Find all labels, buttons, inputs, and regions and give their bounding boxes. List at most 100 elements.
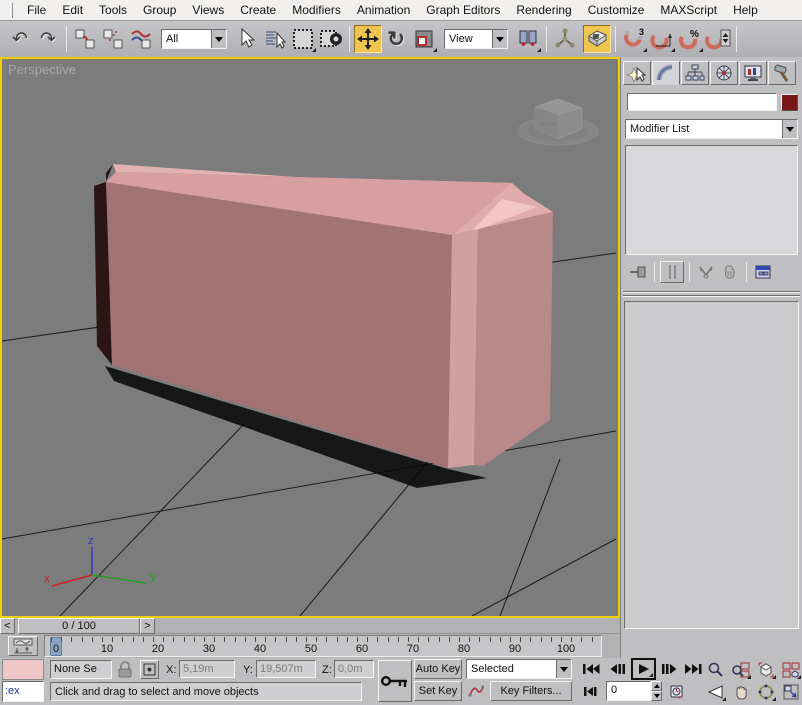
selection-lock-toggle[interactable]	[117, 661, 133, 678]
keyboard-shortcut-override-button[interactable]	[583, 25, 611, 53]
auto-key-button[interactable]: Auto Key	[414, 659, 462, 679]
play-animation-button[interactable]	[631, 658, 656, 680]
coord-x-field[interactable]: 5,19m	[179, 660, 235, 678]
tab-hierarchy[interactable]	[681, 61, 709, 85]
use-pivot-point-center-button[interactable]	[514, 25, 542, 53]
menu-help[interactable]: Help	[725, 0, 766, 20]
go-to-end-button[interactable]	[683, 659, 703, 679]
rollout-area[interactable]	[624, 301, 799, 629]
rectangular-selection-region-button[interactable]	[289, 25, 317, 53]
dropdown-arrow-icon[interactable]	[782, 120, 797, 138]
zoom-button[interactable]	[704, 659, 727, 680]
select-and-link-button[interactable]	[71, 25, 99, 53]
tab-motion[interactable]	[710, 61, 738, 85]
arc-rotate-button[interactable]	[754, 681, 777, 702]
show-end-result-button[interactable]	[660, 261, 684, 283]
object-name-field[interactable]	[627, 93, 777, 111]
dropdown-arrow-icon[interactable]	[492, 30, 507, 48]
percent-snap-button[interactable]: %	[676, 25, 704, 53]
zoom-extents-all-button[interactable]	[779, 659, 802, 680]
object-color-swatch[interactable]	[781, 94, 798, 111]
menu-edit[interactable]: Edit	[54, 0, 91, 20]
unlink-selection-button[interactable]	[99, 25, 127, 53]
tab-modify[interactable]	[652, 61, 680, 85]
absolute-offset-mode-toggle[interactable]	[140, 660, 159, 679]
coord-z-field[interactable]: 0,0m	[334, 660, 374, 678]
default-in-out-tangents-button[interactable]	[466, 681, 486, 701]
field-of-view-button[interactable]	[704, 681, 727, 702]
menu-tools[interactable]: Tools	[91, 0, 135, 20]
ruler-tick	[235, 637, 236, 642]
coord-y-field[interactable]: 19,507m	[256, 660, 316, 678]
bind-to-space-warp-button[interactable]	[127, 25, 155, 53]
time-slider-thumb[interactable]: 0 / 100	[18, 618, 140, 634]
undo-button[interactable]: ↶	[6, 25, 34, 53]
redo-button[interactable]: ↷	[34, 25, 62, 53]
select-and-rotate-button[interactable]: ↻	[382, 25, 410, 53]
modifier-stack-list[interactable]	[625, 145, 798, 255]
key-mode-toggle-button[interactable]	[580, 681, 602, 701]
viewcube[interactable]: FRONT	[518, 99, 598, 145]
selection-set-dropdown[interactable]: Selected	[466, 659, 572, 679]
rotate-icon: ↻	[387, 29, 405, 50]
window-crossing-toggle-button[interactable]	[317, 25, 345, 53]
ruler-label: 60	[356, 643, 368, 655]
time-configuration-button[interactable]	[668, 681, 688, 701]
open-mini-curve-editor-button[interactable]	[8, 636, 38, 656]
chamfer-box-object[interactable]	[94, 164, 553, 468]
menu-create[interactable]: Create	[232, 0, 284, 20]
menu-modifiers[interactable]: Modifiers	[284, 0, 349, 20]
menu-customize[interactable]: Customize	[580, 0, 653, 20]
reference-coordinate-system-dropdown[interactable]: View	[444, 29, 508, 49]
menu-group[interactable]: Group	[135, 0, 184, 20]
select-and-move-button[interactable]	[354, 25, 382, 53]
current-frame-field[interactable]: 0	[606, 681, 662, 701]
set-key-button[interactable]: Set Key	[414, 681, 462, 701]
perspective-viewport[interactable]: FRONT z x y Perspective	[0, 57, 620, 618]
pin-stack-button[interactable]	[627, 262, 649, 282]
modifier-list-dropdown[interactable]: Modifier List	[625, 119, 798, 139]
time-slider-next-button[interactable]: >	[140, 618, 155, 634]
tab-display[interactable]	[739, 61, 767, 85]
select-by-name-button[interactable]	[261, 25, 289, 53]
frame-spinner[interactable]	[651, 681, 662, 701]
tab-create[interactable]	[623, 61, 651, 85]
dropdown-arrow-icon[interactable]	[211, 30, 226, 48]
zoom-extents-button[interactable]	[754, 659, 777, 680]
previous-frame-button[interactable]	[606, 659, 628, 679]
spinner-snap-button[interactable]	[704, 25, 732, 53]
pan-view-button[interactable]	[729, 681, 752, 702]
menu-rendering[interactable]: Rendering	[508, 0, 579, 20]
maximize-viewport-toggle-button[interactable]	[779, 681, 802, 702]
key-filters-button[interactable]: Key Filters...	[490, 681, 572, 701]
timeline-ruler[interactable]: 0102030405060708090100	[44, 635, 602, 657]
selection-filter-dropdown[interactable]: All	[161, 29, 227, 49]
menu-views[interactable]: Views	[184, 0, 232, 20]
select-and-scale-button[interactable]	[410, 25, 438, 53]
zoom-all-button[interactable]	[729, 659, 752, 680]
menu-animation[interactable]: Animation	[349, 0, 418, 20]
select-and-manipulate-button[interactable]	[551, 25, 579, 53]
viewport-label[interactable]: Perspective	[8, 62, 76, 77]
select-object-button[interactable]	[233, 25, 261, 53]
menu-graph-editors[interactable]: Graph Editors	[418, 0, 508, 20]
current-frame-value[interactable]: 0	[606, 681, 651, 701]
go-to-start-button[interactable]	[580, 659, 602, 679]
macro-recorder-pane[interactable]	[2, 659, 44, 680]
menu-maxscript[interactable]: MAXScript	[652, 0, 725, 20]
make-unique-button[interactable]	[695, 262, 717, 282]
angle-snap-button[interactable]	[648, 25, 676, 53]
set-keys-button[interactable]	[378, 660, 412, 702]
dropdown-arrow-icon[interactable]	[556, 660, 571, 678]
remove-modifier-button[interactable]	[719, 262, 741, 282]
ruler-tick	[551, 637, 552, 642]
tab-utilities[interactable]	[768, 61, 796, 85]
configure-modifier-sets-button[interactable]	[752, 262, 774, 282]
next-frame-button[interactable]	[659, 659, 681, 679]
time-slider-prev-button[interactable]: <	[0, 618, 15, 634]
maxscript-mini-listener[interactable]: :ex	[2, 681, 44, 702]
snaps-toggle-button[interactable]: 3	[620, 25, 648, 53]
menu-file[interactable]: File	[19, 0, 54, 20]
toolbar-grip[interactable]	[10, 3, 13, 18]
coord-system-value: View	[445, 33, 492, 45]
